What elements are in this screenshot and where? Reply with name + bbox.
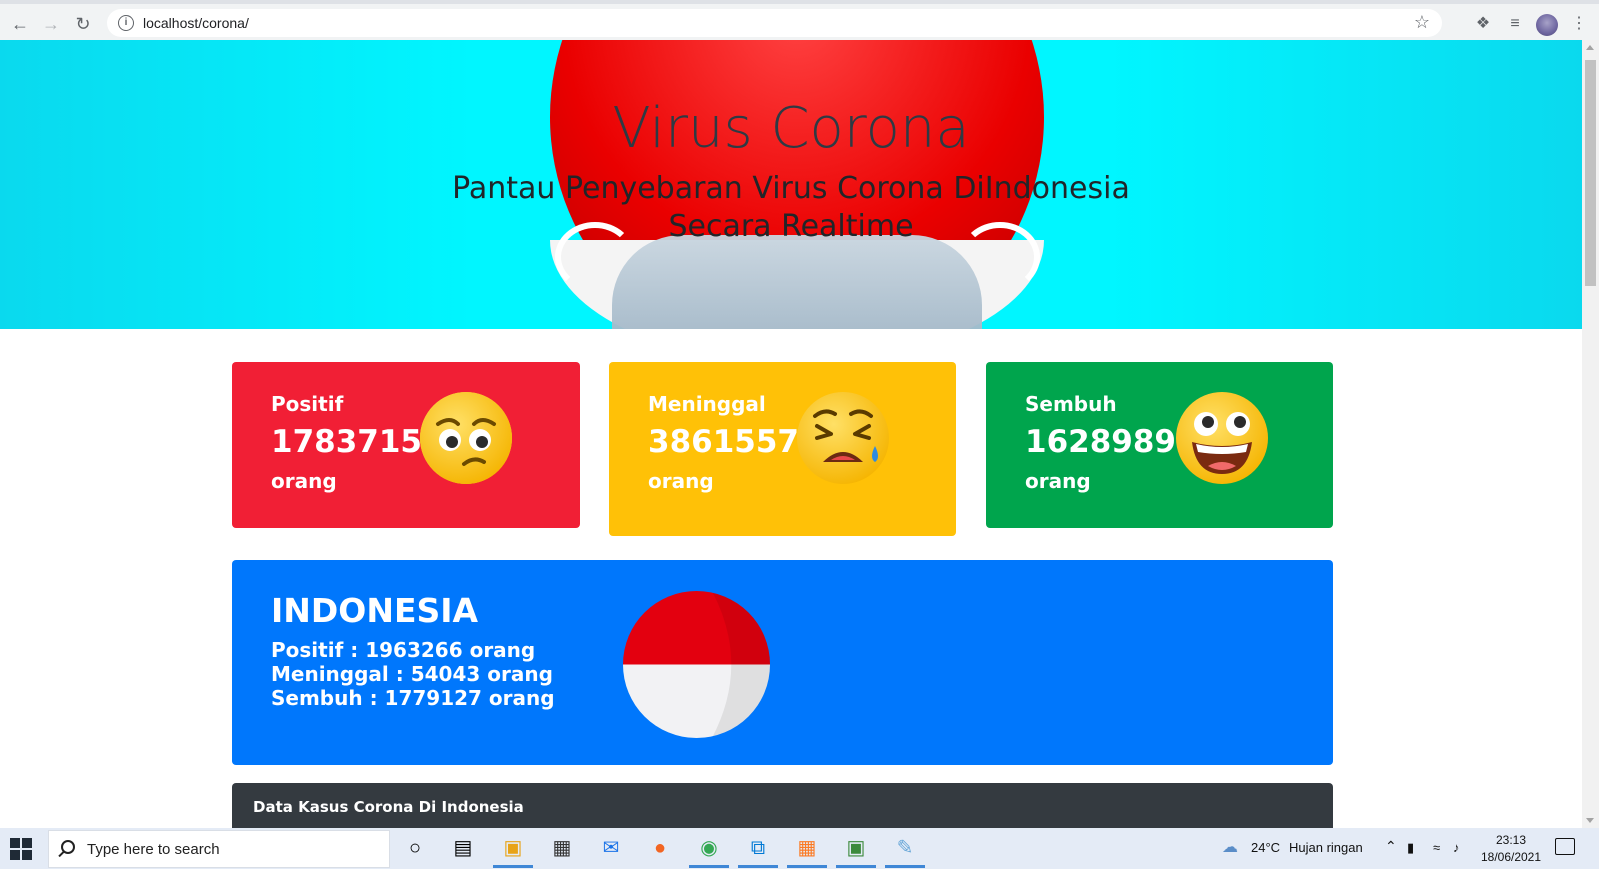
sembuh-label: Sembuh	[1025, 392, 1117, 416]
address-bar[interactable]: i localhost/corona/ ☆	[107, 9, 1442, 37]
meninggal-value: 3861557	[648, 424, 799, 460]
sembuh-unit: orang	[1025, 469, 1091, 493]
positif-unit: orang	[271, 469, 337, 493]
xampp-icon[interactable]: ▦	[787, 832, 827, 868]
cortana-circle-icon[interactable]: ○	[395, 832, 435, 865]
postman-icon[interactable]: ●	[640, 832, 680, 865]
hero-banner: Virus Corona Pantau Penyebaran Virus Cor…	[0, 40, 1582, 329]
bookmark-star-icon[interactable]: ☆	[1414, 12, 1430, 33]
clock-time: 23:13	[1495, 833, 1527, 847]
weather-temp[interactable]: 24°C	[1251, 840, 1280, 855]
microsoft-store-icon[interactable]: ▦	[542, 832, 582, 865]
hero-subtitle: Pantau Penyebaran Virus Corona DiIndones…	[452, 171, 1130, 244]
table-header: Data Kasus Corona Di Indonesia	[232, 783, 1333, 828]
face-mask-graphic	[612, 235, 982, 329]
crying-face-icon	[797, 392, 889, 484]
search-icon	[61, 840, 75, 854]
profile-avatar[interactable]	[1536, 14, 1558, 36]
battery-icon[interactable]: ▮	[1407, 840, 1414, 856]
grinning-face-icon	[1176, 392, 1268, 484]
paint-icon[interactable]: ✎	[885, 832, 925, 868]
taskbar-search-box[interactable]: Type here to search	[48, 830, 390, 868]
extensions-puzzle-icon[interactable]: ❖	[1472, 13, 1494, 35]
meninggal-card: Meninggal 3861557 orang	[609, 362, 956, 536]
page-content: Virus Corona Pantau Penyebaran Virus Cor…	[0, 40, 1582, 828]
scroll-down-arrow-icon[interactable]	[1586, 818, 1594, 823]
task-view-icon[interactable]: ▤	[443, 832, 483, 865]
scroll-up-arrow-icon[interactable]	[1586, 45, 1594, 50]
windows-start-icon[interactable]	[10, 838, 32, 860]
indonesia-positif: Positif : 1963266 orang	[271, 638, 536, 662]
browser-toolbar: ← → ↻ i localhost/corona/ ☆ ❖ ≡ ⋮	[0, 0, 1599, 40]
weather-cloud-icon[interactable]: ☁	[1222, 837, 1238, 857]
table-title: Data Kasus Corona Di Indonesia	[253, 798, 524, 816]
meninggal-label: Meninggal	[648, 392, 766, 416]
worried-face-icon	[420, 392, 512, 484]
sembuh-card: Sembuh 162898968 orang	[986, 362, 1333, 528]
volume-icon[interactable]: ♪	[1453, 840, 1460, 855]
mail-icon[interactable]: ✉	[591, 832, 631, 865]
scroll-thumb[interactable]	[1585, 60, 1596, 286]
url-text[interactable]: localhost/corona/	[143, 15, 249, 31]
notification-icon[interactable]	[1555, 838, 1575, 855]
notepad-chart-icon[interactable]: ▣	[836, 832, 876, 868]
taskbar-search-placeholder[interactable]: Type here to search	[87, 841, 220, 858]
indonesia-meninggal: Meninggal : 54043 orang	[271, 662, 553, 686]
forward-arrow-icon[interactable]: →	[40, 13, 62, 35]
meninggal-unit: orang	[648, 469, 714, 493]
reading-list-icon[interactable]: ≡	[1504, 13, 1526, 35]
page-scrollbar[interactable]	[1582, 40, 1599, 828]
wifi-icon[interactable]: ≈	[1433, 840, 1440, 855]
taskbar-clock[interactable]: 23:13 18/06/2021	[1479, 832, 1543, 866]
windows-taskbar: Type here to search ○ ▤ ▣ ▦ ✉ ● ◉ ⧉ ▦ ▣ …	[0, 828, 1599, 869]
clock-date: 18/06/2021	[1480, 850, 1542, 864]
menu-kebab-icon[interactable]: ⋮	[1568, 13, 1590, 35]
reload-icon[interactable]: ↻	[72, 13, 94, 35]
indonesia-sembuh: Sembuh : 1779127 orang	[271, 686, 555, 710]
site-info-icon[interactable]: i	[118, 15, 134, 31]
indonesia-card: INDONESIA Positif : 1963266 orang Mening…	[232, 560, 1333, 765]
chevron-up-icon[interactable]: ⌃	[1385, 838, 1397, 855]
back-arrow-icon[interactable]: ←	[9, 13, 31, 35]
positif-label: Positif	[271, 392, 344, 416]
file-explorer-icon[interactable]: ▣	[493, 832, 533, 868]
chrome-icon[interactable]: ◉	[689, 832, 729, 868]
positif-card: Positif 178371510 orang	[232, 362, 580, 528]
indonesia-title: INDONESIA	[271, 591, 479, 630]
hero-title: Virus Corona	[612, 96, 970, 161]
weather-desc[interactable]: Hujan ringan	[1289, 840, 1363, 855]
indonesia-flag-icon	[622, 590, 771, 739]
vscode-icon[interactable]: ⧉	[738, 832, 778, 868]
